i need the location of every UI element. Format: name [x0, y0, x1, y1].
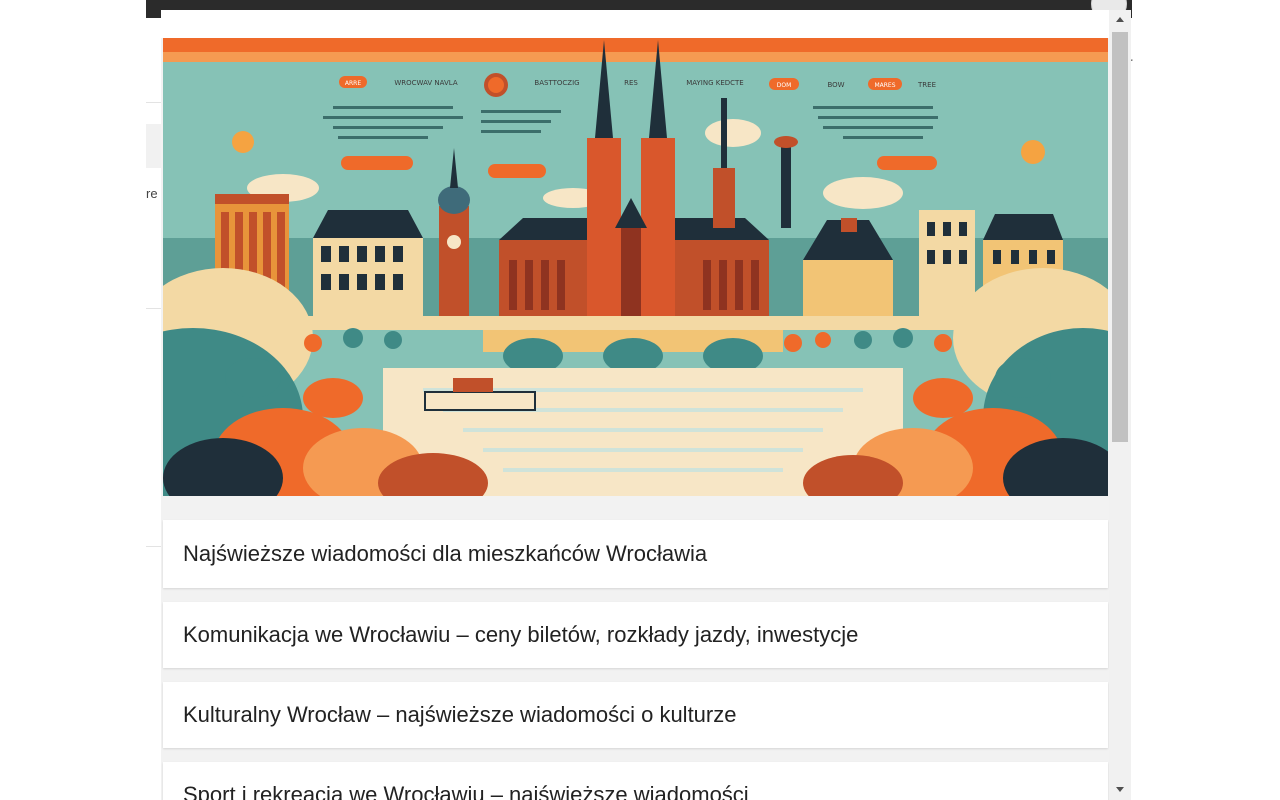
article-title[interactable]: Sport i rekreacja we Wrocławiu – najświe…: [183, 782, 749, 800]
scrollbar-thumb[interactable]: [1112, 32, 1128, 442]
scroll-down-arrow-icon[interactable]: [1109, 780, 1131, 798]
svg-text:BOW: BOW: [827, 81, 844, 89]
svg-text:WROCWAV NAVLA: WROCWAV NAVLA: [394, 79, 458, 87]
article-card[interactable]: Najświeższe wiadomości dla mieszkańców W…: [163, 520, 1108, 588]
scroll-up-arrow-icon[interactable]: [1109, 10, 1131, 28]
svg-text:TREE: TREE: [917, 81, 936, 89]
svg-text:ARRE: ARRE: [345, 80, 361, 87]
popup-content: ARRE WROCWAV NAVLA BASTTOCZIG RES MAYING…: [161, 10, 1109, 800]
article-card[interactable]: Komunikacja we Wrocławiu – ceny biletów,…: [163, 602, 1108, 668]
svg-text:MAYING KEDCTE: MAYING KEDCTE: [686, 79, 744, 87]
article-title[interactable]: Komunikacja we Wrocławiu – ceny biletów,…: [183, 622, 858, 648]
vertical-scrollbar[interactable]: [1109, 10, 1131, 800]
svg-text:RES: RES: [624, 79, 638, 87]
svg-text:BASTTOCZIG: BASTTOCZIG: [534, 79, 579, 87]
article-title[interactable]: Najświeższe wiadomości dla mieszkańców W…: [183, 541, 707, 567]
background-left-text: re: [146, 186, 158, 201]
svg-text:DOM: DOM: [777, 82, 792, 89]
popup-top-strip: [161, 10, 1109, 38]
wroclaw-cityscape-illustration-icon: ARRE WROCWAV NAVLA BASTTOCZIG RES MAYING…: [163, 38, 1108, 496]
hero-image[interactable]: ARRE WROCWAV NAVLA BASTTOCZIG RES MAYING…: [163, 38, 1108, 496]
article-card[interactable]: Sport i rekreacja we Wrocławiu – najświe…: [163, 762, 1108, 800]
article-title[interactable]: Kulturalny Wrocław – najświeższe wiadomo…: [183, 702, 736, 728]
article-card[interactable]: Kulturalny Wrocław – najświeższe wiadomo…: [163, 682, 1108, 748]
popup-panel: ARRE WROCWAV NAVLA BASTTOCZIG RES MAYING…: [161, 10, 1131, 800]
svg-text:MARES: MARES: [874, 82, 895, 89]
